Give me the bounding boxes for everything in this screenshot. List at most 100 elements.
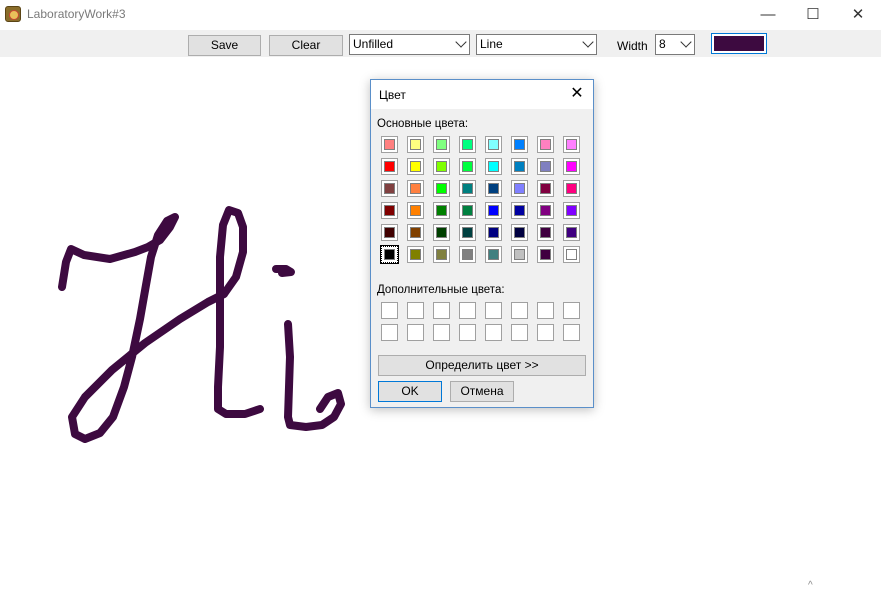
custom-color-swatch[interactable] — [407, 324, 424, 341]
basic-colors-label: Основные цвета: — [377, 118, 469, 130]
basic-color-swatch[interactable] — [407, 246, 424, 263]
define-color-button[interactable]: Определить цвет >> — [378, 355, 586, 376]
swatch-fill — [514, 249, 525, 260]
swatch-fill — [488, 139, 499, 150]
basic-color-swatch[interactable] — [537, 224, 554, 241]
basic-color-swatch[interactable] — [433, 180, 450, 197]
maximize-button[interactable]: ☐ — [790, 0, 836, 30]
custom-color-swatch[interactable] — [537, 324, 554, 341]
basic-color-swatch[interactable] — [407, 202, 424, 219]
swatch-fill — [514, 183, 525, 194]
current-color-swatch — [714, 36, 764, 51]
custom-color-swatch[interactable] — [485, 302, 502, 319]
custom-colors-label: Дополнительные цвета: — [377, 284, 505, 296]
basic-color-swatch[interactable] — [433, 246, 450, 263]
basic-color-swatch[interactable] — [407, 158, 424, 175]
swatch-fill — [540, 161, 551, 172]
basic-color-swatch[interactable] — [563, 136, 580, 153]
basic-color-swatch[interactable] — [407, 136, 424, 153]
basic-color-swatch[interactable] — [459, 136, 476, 153]
custom-color-swatch[interactable] — [511, 302, 528, 319]
basic-color-swatch[interactable] — [485, 246, 502, 263]
basic-color-swatch[interactable] — [511, 246, 528, 263]
basic-color-swatch[interactable] — [459, 180, 476, 197]
basic-color-swatch[interactable] — [433, 224, 450, 241]
basic-color-swatch[interactable] — [485, 158, 502, 175]
basic-color-swatch[interactable] — [537, 246, 554, 263]
basic-color-swatch[interactable] — [511, 202, 528, 219]
scroll-caret-icon: ^ — [808, 580, 813, 591]
minimize-button[interactable]: — — [745, 0, 791, 30]
basic-color-swatch[interactable] — [563, 158, 580, 175]
custom-color-swatch[interactable] — [537, 302, 554, 319]
basic-color-swatch[interactable] — [537, 136, 554, 153]
basic-color-swatch[interactable] — [563, 202, 580, 219]
app-icon — [5, 6, 21, 22]
basic-color-swatch[interactable] — [485, 224, 502, 241]
dialog-close-icon[interactable]: ✕ — [567, 83, 587, 105]
color-dialog: Цвет ✕ Основные цвета: Дополнительные цв… — [370, 79, 594, 408]
basic-color-swatch[interactable] — [511, 136, 528, 153]
basic-color-swatch[interactable] — [407, 180, 424, 197]
swatch-fill — [540, 183, 551, 194]
custom-color-swatch[interactable] — [563, 324, 580, 341]
swatch-fill — [462, 161, 473, 172]
clear-button[interactable]: Clear — [269, 35, 343, 56]
custom-color-swatch[interactable] — [459, 302, 476, 319]
custom-color-swatch[interactable] — [381, 324, 398, 341]
close-button[interactable]: ✕ — [835, 0, 881, 30]
basic-color-swatch[interactable] — [459, 202, 476, 219]
width-select[interactable]: 8 — [655, 34, 695, 55]
basic-color-swatch[interactable] — [380, 245, 399, 264]
basic-color-swatch[interactable] — [511, 158, 528, 175]
basic-color-swatch[interactable] — [537, 158, 554, 175]
custom-color-swatch[interactable] — [485, 324, 502, 341]
basic-color-swatch[interactable] — [459, 158, 476, 175]
basic-color-swatch[interactable] — [563, 246, 580, 263]
swatch-fill — [384, 139, 395, 150]
basic-color-swatch[interactable] — [381, 224, 398, 241]
custom-color-swatch[interactable] — [459, 324, 476, 341]
custom-color-swatch[interactable] — [407, 302, 424, 319]
swatch-fill — [540, 249, 551, 260]
custom-color-swatch[interactable] — [433, 324, 450, 341]
basic-color-swatch[interactable] — [563, 180, 580, 197]
basic-color-swatch[interactable] — [433, 202, 450, 219]
stroke-l — [284, 320, 345, 431]
custom-color-swatch[interactable] — [381, 302, 398, 319]
custom-color-swatch[interactable] — [433, 302, 450, 319]
basic-color-swatch[interactable] — [511, 224, 528, 241]
basic-color-swatch[interactable] — [407, 224, 424, 241]
cancel-button[interactable]: Отмена — [450, 381, 514, 402]
basic-color-swatch[interactable] — [485, 136, 502, 153]
swatch-fill — [488, 205, 499, 216]
basic-color-swatch[interactable] — [433, 136, 450, 153]
ok-button[interactable]: OK — [378, 381, 442, 402]
basic-color-swatch[interactable] — [459, 246, 476, 263]
basic-color-swatch[interactable] — [433, 158, 450, 175]
swatch-fill — [462, 183, 473, 194]
width-label: Width — [617, 39, 648, 53]
shape-select[interactable]: Line — [476, 34, 597, 55]
basic-color-swatch[interactable] — [485, 202, 502, 219]
basic-color-swatch[interactable] — [485, 180, 502, 197]
basic-color-swatch[interactable] — [563, 224, 580, 241]
basic-color-swatch[interactable] — [381, 158, 398, 175]
swatch-fill — [540, 227, 551, 238]
basic-color-swatch[interactable] — [537, 180, 554, 197]
swatch-fill — [436, 161, 447, 172]
basic-color-swatch[interactable] — [459, 224, 476, 241]
basic-color-swatch[interactable] — [381, 136, 398, 153]
custom-color-swatch[interactable] — [511, 324, 528, 341]
stroke-h-top — [58, 213, 228, 443]
swatch-fill — [514, 205, 525, 216]
color-picker-button[interactable] — [711, 33, 767, 54]
basic-color-swatch[interactable] — [381, 202, 398, 219]
fill-mode-select[interactable]: Unfilled — [349, 34, 470, 55]
basic-color-swatch[interactable] — [381, 180, 398, 197]
basic-color-swatch[interactable] — [511, 180, 528, 197]
custom-color-swatch[interactable] — [563, 302, 580, 319]
basic-color-swatch[interactable] — [537, 202, 554, 219]
save-button[interactable]: Save — [188, 35, 261, 56]
swatch-fill — [462, 227, 473, 238]
